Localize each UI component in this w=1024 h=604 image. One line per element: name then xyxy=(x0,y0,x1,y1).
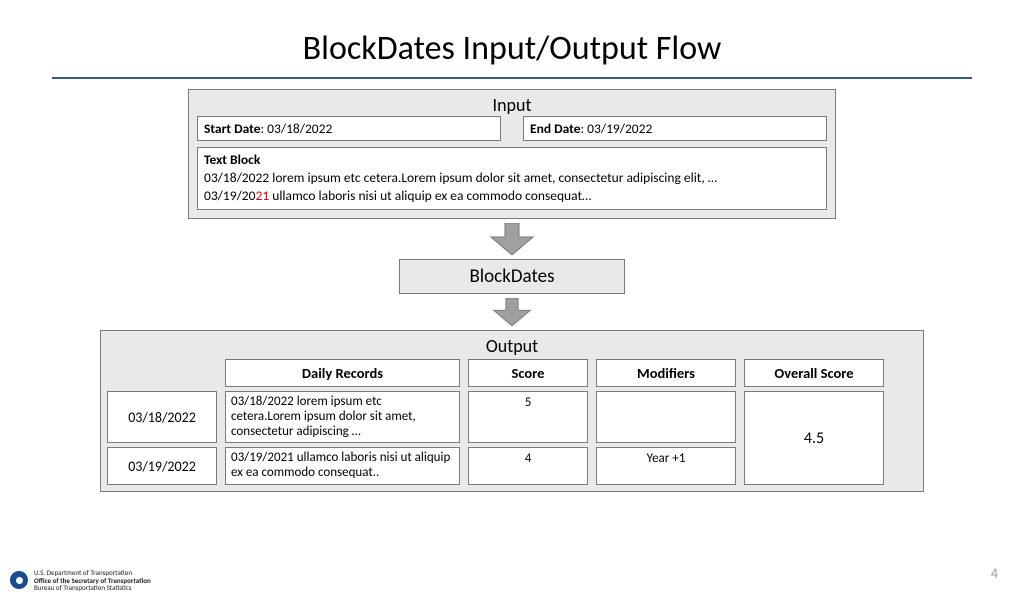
end-date-box: End Date: 03/19/2022 xyxy=(523,116,827,141)
row2-record: 03/19/2021 ullamco laboris nisi ut aliqu… xyxy=(225,447,460,485)
overall-score-value: 4.5 xyxy=(744,391,884,486)
text-block-label: Text Block xyxy=(204,151,260,168)
text-block-line2-highlight: 21 xyxy=(255,187,269,204)
footer-branding: U.S. Department of Transportation Office… xyxy=(10,569,151,592)
page-number: 4 xyxy=(991,565,998,582)
row2-modifier: Year +1 xyxy=(596,447,736,485)
row1-date: 03/18/2022 xyxy=(107,391,217,444)
input-heading: Input xyxy=(197,94,827,116)
footer-text: U.S. Department of Transportation Office… xyxy=(34,569,151,592)
output-table: Daily Records Score Modifiers Overall Sc… xyxy=(107,359,917,486)
title-divider xyxy=(52,77,972,79)
row1-modifier xyxy=(596,391,736,444)
start-date-box: Start Date: 03/18/2022 xyxy=(197,116,501,141)
text-block-line2-post: ullamco laboris nisi ut aliquip ex ea co… xyxy=(269,187,591,204)
col-score: Score xyxy=(468,359,588,387)
blockdates-box: BlockDates xyxy=(399,259,625,294)
input-panel: Input Start Date: 03/18/2022 End Date: 0… xyxy=(188,89,836,219)
row1-score: 5 xyxy=(468,391,588,444)
row2-score: 4 xyxy=(468,447,588,485)
output-panel: Output Daily Records Score Modifiers Ove… xyxy=(100,330,924,493)
col-modifiers: Modifiers xyxy=(596,359,736,387)
end-date-label: End Date xyxy=(530,120,581,137)
start-date-label: Start Date xyxy=(204,120,261,137)
header-spacer xyxy=(107,359,217,387)
col-daily-records: Daily Records xyxy=(225,359,460,387)
output-heading: Output xyxy=(107,335,917,357)
text-block-line2-pre: 03/19/20 xyxy=(204,187,255,204)
footer-line3: Bureau of Transportation Statistics xyxy=(34,584,151,592)
col-overall-score: Overall Score xyxy=(744,359,884,387)
footer-line2: Office of the Secretary of Transportatio… xyxy=(34,577,151,585)
arrow-down-icon xyxy=(489,223,535,255)
text-block-box: Text Block 03/18/2022 lorem ipsum etc ce… xyxy=(197,147,827,210)
row1-record: 03/18/2022 lorem ipsum etc cetera.Lorem … xyxy=(225,391,460,444)
text-block-line1: 03/18/2022 lorem ipsum etc cetera.Lorem … xyxy=(204,169,717,186)
dot-logo-icon xyxy=(10,571,28,589)
row2-date: 03/19/2022 xyxy=(107,447,217,485)
arrow-down-icon xyxy=(489,298,535,326)
page-title: BlockDates Input/Output Flow xyxy=(0,28,1024,69)
start-date-value: 03/18/2022 xyxy=(267,120,332,137)
end-date-value: 03/19/2022 xyxy=(587,120,652,137)
